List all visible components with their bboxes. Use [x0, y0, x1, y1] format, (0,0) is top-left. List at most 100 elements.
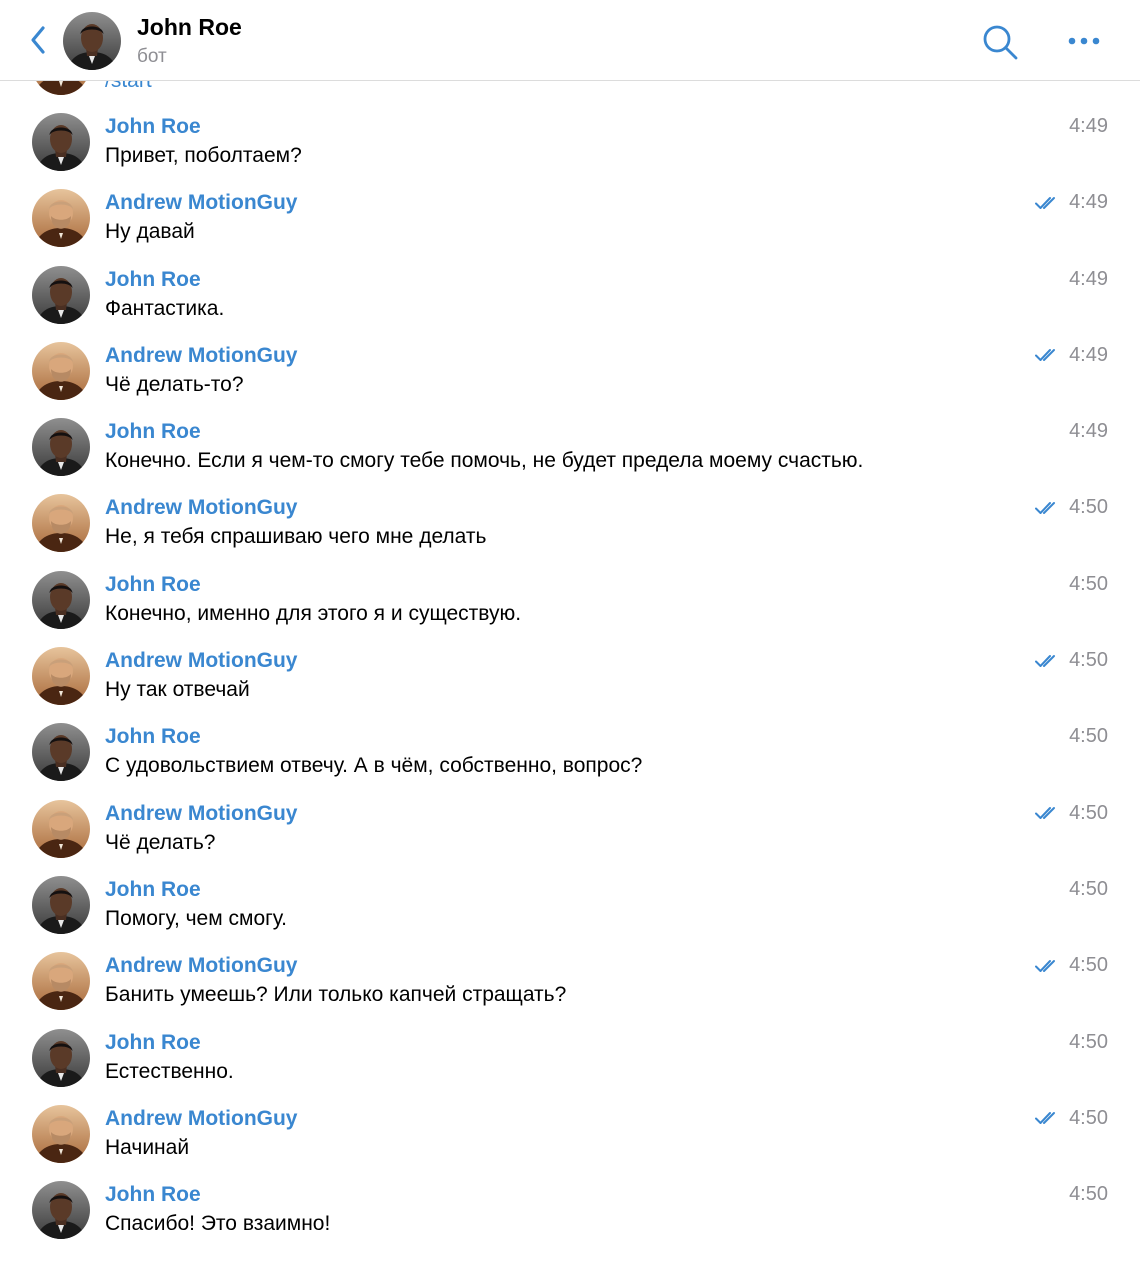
double-check-icon: [1035, 195, 1061, 211]
search-icon: [983, 25, 1018, 60]
message-time: 4:50: [1069, 954, 1108, 977]
message-meta: 4:49: [1035, 344, 1108, 367]
message-meta: 4:49: [1069, 115, 1108, 138]
avatar[interactable]: [32, 952, 90, 1010]
message-row[interactable]: Andrew MotionGuy Начинай 4:50: [0, 1103, 1140, 1179]
message-row[interactable]: Andrew MotionGuy Чё делать? 4:50: [0, 798, 1140, 874]
message-text: Начинай: [105, 1135, 190, 1159]
chat-title[interactable]: John Roe: [137, 14, 242, 41]
message-row[interactable]: John Roe Естественно. 4:50: [0, 1027, 1140, 1103]
avatar[interactable]: [63, 12, 121, 70]
sender-name[interactable]: John Roe: [105, 725, 201, 749]
sender-name[interactable]: Andrew MotionGuy: [105, 191, 298, 215]
message-text: Привет, поболтаем?: [105, 144, 302, 167]
sender-name[interactable]: John Roe: [105, 268, 201, 292]
double-check-icon: [1035, 347, 1061, 363]
message-text: Фантастика.: [105, 296, 225, 320]
message-meta: 4:50: [1035, 649, 1108, 672]
message-meta: 4:49: [1035, 191, 1108, 214]
message-row[interactable]: John Roe Конечно. Если я чем-то смогу теб…: [0, 416, 1140, 492]
message-row[interactable]: Andrew MotionGuy Ну давай 4:49: [0, 187, 1140, 263]
avatar[interactable]: [32, 1029, 90, 1087]
message-time: 4:50: [1069, 1183, 1108, 1206]
search-button[interactable]: [980, 22, 1020, 62]
avatar[interactable]: [32, 189, 90, 247]
sender-name[interactable]: Andrew MotionGuy: [105, 496, 298, 520]
sender-name[interactable]: Andrew MotionGuy: [105, 344, 298, 368]
message-meta: 4:49: [1069, 268, 1108, 291]
double-check-icon: [1035, 958, 1061, 974]
message-time: 4:50: [1069, 877, 1108, 900]
message-list: John Roe Привет, поболтаем? 4:49 Andrew Mot…: [0, 111, 1140, 1255]
avatar: [32, 81, 90, 95]
double-check-icon: [1035, 1110, 1061, 1126]
message-meta: 4:50: [1069, 725, 1108, 748]
message-meta: 4:50: [1035, 1107, 1108, 1130]
command-link[interactable]: /start: [105, 81, 152, 93]
message-text: Помогу, чем смогу.: [105, 906, 288, 930]
message-meta: 4:50: [1069, 1183, 1108, 1206]
message-text: Чё делать?: [105, 830, 216, 854]
sender-name[interactable]: Andrew MotionGuy: [105, 649, 298, 673]
message-text: Банить умеешь? Или только капчей стращат…: [105, 983, 567, 1007]
chat-header: John Roe бот: [0, 0, 1140, 81]
avatar[interactable]: [32, 418, 90, 476]
back-button[interactable]: [26, 24, 52, 56]
more-dots-icon: [1068, 37, 1100, 45]
avatar[interactable]: [32, 723, 90, 781]
sender-name[interactable]: Andrew MotionGuy: [105, 954, 298, 978]
avatar[interactable]: [32, 1181, 90, 1239]
avatar[interactable]: [32, 266, 90, 324]
avatar[interactable]: [32, 1105, 90, 1163]
message-time: 4:50: [1069, 649, 1108, 672]
avatar[interactable]: [32, 647, 90, 705]
message-row[interactable]: Andrew MotionGuy Банить умеешь? Или тольк…: [0, 950, 1140, 1026]
avatar[interactable]: [32, 800, 90, 858]
avatar[interactable]: [32, 571, 90, 629]
message-row[interactable]: John Roe С удовольствием отвечу. А в чём,…: [0, 721, 1140, 797]
sender-name[interactable]: John Roe: [105, 1183, 201, 1207]
message-row[interactable]: Andrew MotionGuy Чё делать-то? 4:49: [0, 340, 1140, 416]
message-meta: 4:50: [1069, 878, 1108, 901]
sender-name[interactable]: Andrew MotionGuy: [105, 1107, 298, 1131]
message-time: 4:50: [1069, 496, 1108, 519]
message-row[interactable]: John Roe Фантастика. 4:49: [0, 264, 1140, 340]
more-button[interactable]: [1062, 26, 1106, 56]
message-row[interactable]: John Roe Привет, поболтаем? 4:49: [0, 111, 1140, 187]
double-check-icon: [1035, 805, 1061, 821]
message-time: 4:50: [1069, 725, 1108, 748]
sender-name[interactable]: John Roe: [105, 1031, 201, 1055]
message-row[interactable]: John Roe Помогу, чем смогу. 4:50: [0, 874, 1140, 950]
message-time: 4:50: [1069, 572, 1108, 595]
message-row[interactable]: John Roe Спасибо! Это взаимно! 4:50: [0, 1179, 1140, 1255]
message-meta: 4:49: [1069, 420, 1108, 443]
message-text: Конечно, именно для этого я и существую.: [105, 601, 522, 625]
double-check-icon: [1035, 653, 1061, 669]
avatar[interactable]: [32, 342, 90, 400]
message-text: Не, я тебя спрашиваю чего мне делать: [105, 525, 487, 549]
message-text: Ну давай: [105, 220, 195, 244]
sender-name[interactable]: John Roe: [105, 420, 201, 444]
sender-name[interactable]: Andrew MotionGuy: [105, 802, 298, 826]
message-time: 4:49: [1069, 115, 1108, 137]
message-row[interactable]: Andrew MotionGuy Не, я тебя спрашиваю чег…: [0, 492, 1140, 568]
message-row[interactable]: John Roe Конечно, именно для этого я и су…: [0, 569, 1140, 645]
message-meta: 4:50: [1069, 1031, 1108, 1054]
message-text: Спасибо! Это взаимно!: [105, 1212, 331, 1236]
double-check-icon: [1035, 500, 1061, 516]
message-time: 4:49: [1069, 343, 1108, 366]
message-text: Ну так отвечай: [105, 678, 250, 702]
avatar[interactable]: [32, 494, 90, 552]
message-time: 4:49: [1069, 267, 1108, 290]
sender-name[interactable]: John Roe: [105, 573, 201, 597]
message-text: Конечно. Если я чем-то смогу тебе помочь…: [105, 449, 864, 473]
sender-name[interactable]: John Roe: [105, 115, 201, 139]
avatar[interactable]: [32, 876, 90, 934]
message-time: 4:49: [1069, 191, 1108, 214]
avatar[interactable]: [32, 113, 90, 171]
sender-name[interactable]: John Roe: [105, 878, 201, 902]
message-row[interactable]: Andrew MotionGuy Ну так отвечай 4:50: [0, 645, 1140, 721]
message-text: С удовольствием отвечу. А в чём, собстве…: [105, 754, 643, 778]
message-meta: 4:50: [1035, 954, 1108, 977]
chevron-left-icon: [31, 26, 45, 54]
